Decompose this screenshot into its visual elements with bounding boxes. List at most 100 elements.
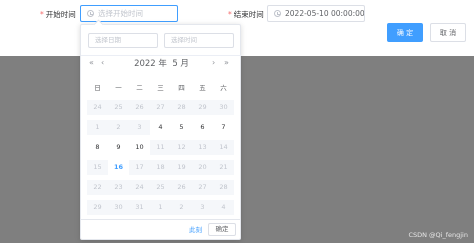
day-cell: 24 — [87, 97, 108, 117]
day-cell: 25 — [108, 97, 129, 117]
day-cell: 27 — [192, 177, 213, 197]
day-cell: 31 — [129, 197, 150, 217]
weekday-header: 六 — [220, 84, 227, 92]
start-time-label-text: 开始时间 — [45, 10, 76, 19]
next-year-button[interactable]: » — [224, 58, 229, 68]
day-number: 14 — [213, 139, 234, 155]
required-mark: * — [228, 10, 232, 19]
day-number: 30 — [213, 99, 234, 115]
day-cell[interactable]: 7 — [213, 117, 234, 137]
day-cell: 30 — [108, 197, 129, 217]
confirm-button[interactable]: 确 定 — [387, 23, 423, 42]
day-cell: 11 — [150, 137, 171, 157]
day-number: 27 — [150, 99, 171, 115]
day-number: 21 — [213, 159, 234, 175]
day-cell: 12 — [171, 137, 192, 157]
end-time-value: 2022-05-10 00:00:00 — [285, 9, 365, 18]
picker-footer: 此刻 确定 — [81, 219, 240, 239]
day-number: 9 — [116, 142, 121, 151]
day-number: 6 — [200, 122, 205, 131]
day-cell: 20 — [192, 157, 213, 177]
day-number: 29 — [87, 199, 108, 215]
day-number: 29 — [192, 99, 213, 115]
now-button[interactable]: 此刻 — [189, 224, 202, 236]
weekday-header: 三 — [157, 84, 164, 92]
picker-date-input[interactable]: 选择日期 — [88, 33, 158, 48]
day-cell[interactable]: 9 — [108, 137, 129, 157]
day-cell: 28 — [171, 97, 192, 117]
weekday-header: 五 — [199, 84, 206, 92]
day-number: 3 — [192, 199, 213, 215]
weekday-row: 日一二三四五六 — [87, 77, 234, 97]
day-number: 5 — [179, 122, 184, 131]
datetime-picker-panel: 选择日期 选择时间 « ‹ 2022 年 5 月 › » 日一二三四五六 24 2… — [80, 24, 242, 240]
day-cell: 18 — [150, 157, 171, 177]
day-number: 27 — [192, 179, 213, 195]
day-number: 17 — [129, 159, 150, 175]
day-number: 25 — [108, 99, 129, 115]
day-number: 15 — [87, 159, 108, 175]
picker-time-input[interactable]: 选择时间 — [164, 33, 234, 48]
end-time-label-text: 结束时间 — [233, 10, 264, 19]
day-cell[interactable]: 10 — [129, 137, 150, 157]
day-number: 28 — [171, 99, 192, 115]
picker-year-month: 2022 年 5 月 — [81, 57, 242, 69]
picker-ok-button[interactable]: 确定 — [208, 223, 236, 236]
week-row: 24 25 26 27 28 29 30 — [87, 97, 234, 117]
day-cell: 1 — [87, 117, 108, 137]
day-cell: 21 — [213, 157, 234, 177]
week-row: 15 16 17 18 19 20 21 — [87, 157, 234, 177]
day-number: 16 — [113, 162, 124, 171]
day-cell: 26 — [129, 97, 150, 117]
day-number: 10 — [135, 142, 144, 151]
day-cell: 28 — [213, 177, 234, 197]
day-number: 2 — [171, 199, 192, 215]
day-cell: 30 — [213, 97, 234, 117]
cancel-button[interactable]: 取 消 — [430, 23, 466, 42]
end-time-input[interactable]: 2022-05-10 00:00:00 — [267, 5, 365, 22]
day-number: 26 — [171, 179, 192, 195]
day-cell: 22 — [87, 177, 108, 197]
day-cell: 25 — [150, 177, 171, 197]
week-row: 1234 5 6 7 — [87, 117, 234, 137]
day-cell: 3 — [129, 117, 150, 137]
weekday-header: 日 — [94, 84, 101, 92]
week-row: 8 9 10 11 12 13 14 — [87, 137, 234, 157]
day-cell[interactable]: 8 — [87, 137, 108, 157]
start-time-label: * 开始时间 — [40, 9, 76, 20]
watermark: CSDN @Qi_fengjin — [408, 231, 468, 239]
day-cell[interactable]: 5 — [171, 117, 192, 137]
day-cell: 3 — [192, 197, 213, 217]
day-number: 2 — [108, 119, 129, 135]
day-cell: 4 — [213, 197, 234, 217]
day-cell: 19 — [171, 157, 192, 177]
day-number: 20 — [192, 159, 213, 175]
day-cell: 29 — [87, 197, 108, 217]
year-label[interactable]: 2022 年 — [134, 59, 167, 69]
day-number: 8 — [95, 142, 100, 151]
day-number: 4 — [158, 122, 163, 131]
day-cell: 24 — [129, 177, 150, 197]
day-cell: 29 — [192, 97, 213, 117]
weekday-header: 一 — [115, 84, 122, 92]
day-cell[interactable]: 6 — [192, 117, 213, 137]
day-cell: 23 — [108, 177, 129, 197]
day-cell: 14 — [213, 137, 234, 157]
required-mark: * — [40, 10, 44, 19]
day-number: 1 — [87, 119, 108, 135]
end-time-label: * 结束时间 — [228, 9, 264, 20]
day-cell: 15 — [87, 157, 108, 177]
week-row: 22 23 24 25 26 27 28 — [87, 177, 234, 197]
next-month-button[interactable]: › — [212, 58, 215, 68]
date-table: 日一二三四五六 24 25 26 27 28 29 30 1 2 3 4 5 6 7 8 9 10 11 12 13 1… — [87, 77, 237, 217]
day-number: 24 — [87, 99, 108, 115]
day-cell-today[interactable]: 16 — [108, 157, 129, 177]
day-number: 18 — [150, 159, 171, 175]
day-number: 1 — [150, 199, 171, 215]
day-number: 19 — [171, 159, 192, 175]
day-cell: 1 — [150, 197, 171, 217]
day-cell: 17 — [129, 157, 150, 177]
start-time-input[interactable]: 选择开始时间 — [80, 5, 178, 22]
day-cell[interactable]: 4 — [150, 117, 171, 137]
month-label[interactable]: 5 月 — [172, 59, 189, 69]
